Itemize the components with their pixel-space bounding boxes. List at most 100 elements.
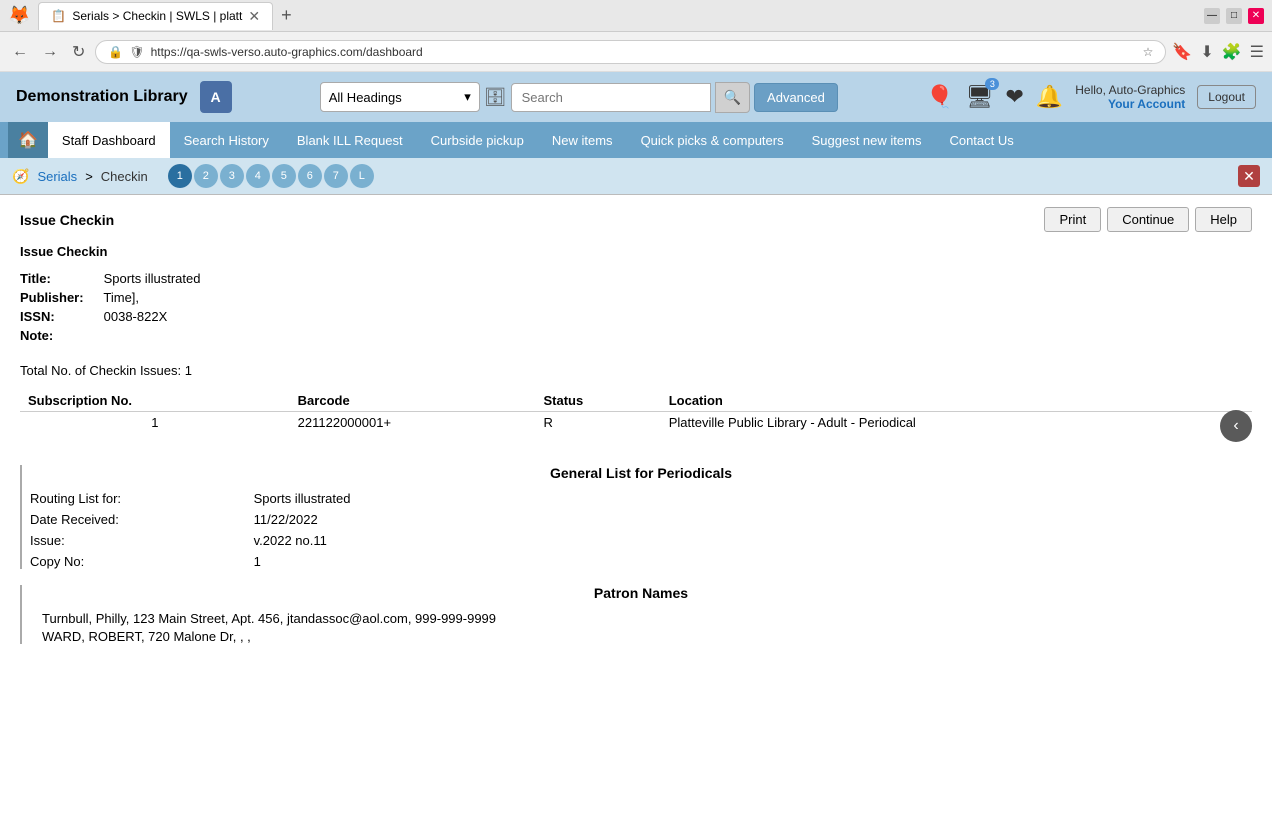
col-location: Location (661, 390, 1252, 412)
search-button[interactable]: 🔍 (715, 82, 750, 113)
cell-location: Platteville Public Library - Adult - Per… (661, 412, 1252, 434)
general-list-heading: General List for Periodicals (30, 465, 1252, 481)
close-button[interactable]: ✕ (1248, 8, 1264, 24)
monitor-icon[interactable]: 🖥 3 (965, 84, 993, 110)
step-6[interactable]: 6 (298, 164, 322, 188)
forward-button[interactable]: → (38, 39, 62, 65)
total-value: 1 (185, 363, 192, 378)
cell-barcode: 221122000001+ (290, 412, 536, 434)
issue-value: v.2022 no.11 (254, 533, 327, 548)
app-header: Demonstration Library A All Headings ▾ 🗄… (0, 72, 1272, 122)
heart-icon[interactable]: ❤ (1005, 84, 1023, 110)
table-row: 1 221122000001+ R Platteville Public Lib… (20, 412, 1252, 434)
nav-blank-ill-request[interactable]: Blank ILL Request (283, 122, 417, 158)
tab-close-button[interactable]: ✕ (248, 8, 260, 25)
routing-list-row: Routing List for: Sports illustrated (30, 491, 1252, 506)
tab-favicon: 📋 (51, 9, 66, 23)
col-status: Status (535, 390, 660, 412)
nav-bar: 🏠 Staff Dashboard Search History Blank I… (0, 122, 1272, 158)
bookmark-star-icon: ☆ (1143, 45, 1154, 59)
breadcrumb-bar: 🧭 Serials > Checkin 1 2 3 4 5 6 7 L ✕ (0, 158, 1272, 195)
new-tab-button[interactable]: + (281, 5, 292, 26)
title-row: Title: Sports illustrated (20, 271, 1252, 286)
back-arrow-button[interactable]: ‹ (1220, 410, 1252, 442)
publisher-value: Time], (103, 290, 139, 305)
cell-subscription-no: 1 (20, 412, 290, 434)
issn-label: ISSN: (20, 309, 100, 324)
title-value: Sports illustrated (104, 271, 201, 286)
user-account-link[interactable]: Your Account (1075, 97, 1185, 111)
user-hello-text: Hello, Auto-Graphics (1075, 83, 1185, 97)
advanced-search-button[interactable]: Advanced (754, 83, 838, 112)
minimize-button[interactable]: — (1204, 8, 1220, 24)
back-button[interactable]: ← (8, 39, 32, 65)
publisher-row: Publisher: Time], (20, 290, 1252, 305)
step-3[interactable]: 3 (220, 164, 244, 188)
content-section: Issue Checkin Title: Sports illustrated … (20, 244, 1252, 644)
nav-new-items[interactable]: New items (538, 122, 627, 158)
database-icon[interactable]: 🗄 (484, 87, 507, 108)
step-7[interactable]: 7 (324, 164, 348, 188)
copy-no-row: Copy No: 1 (30, 554, 1252, 569)
issn-row: ISSN: 0038-822X (20, 309, 1252, 324)
print-button[interactable]: Print (1044, 207, 1101, 232)
monitor-badge: 3 (985, 78, 999, 90)
nav-curbside-pickup[interactable]: Curbside pickup (417, 122, 538, 158)
tab-title: Serials > Checkin | SWLS | platt (72, 9, 242, 23)
continue-button[interactable]: Continue (1107, 207, 1189, 232)
nav-home-button[interactable]: 🏠 (8, 122, 48, 158)
bookmark-icon[interactable]: 🔖 (1172, 42, 1192, 62)
patron-entry-2: WARD, ROBERT, 720 Malone Dr, , , (30, 629, 1252, 644)
issue-row: Issue: v.2022 no.11 (30, 533, 1252, 548)
firefox-logo-icon: 🦊 (8, 5, 30, 26)
breadcrumb-separator: > (85, 169, 93, 184)
address-bar-icons: ☆ (1143, 45, 1154, 59)
heading-dropdown[interactable]: All Headings ▾ (320, 82, 480, 112)
issue-label: Issue: (30, 533, 250, 548)
step-l[interactable]: L (350, 164, 374, 188)
issn-value: 0038-822X (104, 309, 168, 324)
routing-list-value: Sports illustrated (254, 491, 351, 506)
nav-contact-us[interactable]: Contact Us (935, 122, 1027, 158)
step-2[interactable]: 2 (194, 164, 218, 188)
page-header-row: Issue Checkin Print Continue Help (20, 207, 1252, 232)
search-input[interactable] (511, 83, 711, 112)
step-1[interactable]: 1 (168, 164, 192, 188)
download-icon[interactable]: ⬇ (1200, 42, 1213, 62)
header-icons: 🎈 🖥 3 ❤ 🔔 Hello, Auto-Graphics Your Acco… (926, 83, 1256, 111)
extensions-icon[interactable]: 🧩 (1222, 42, 1242, 62)
shield-icon: 🛡 (129, 45, 144, 59)
copy-no-value: 1 (254, 554, 261, 569)
breadcrumb-nav-icon: 🧭 (12, 168, 29, 185)
address-bar[interactable]: 🔒 🛡 https://qa-swls-verso.auto-graphics.… (95, 40, 1166, 64)
refresh-button[interactable]: ↻ (68, 38, 89, 66)
note-row: Note: (20, 328, 1252, 343)
nav-quick-picks[interactable]: Quick picks & computers (627, 122, 798, 158)
close-button[interactable]: ✕ (1238, 165, 1260, 187)
date-received-row: Date Received: 11/22/2022 (30, 512, 1252, 527)
logout-button[interactable]: Logout (1197, 85, 1256, 109)
balloon-icon[interactable]: 🎈 (926, 84, 953, 110)
note-label: Note: (20, 328, 100, 343)
breadcrumb-serials-link[interactable]: Serials (37, 169, 77, 184)
bell-icon[interactable]: 🔔 (1036, 84, 1063, 110)
col-subscription-no: Subscription No. (20, 390, 290, 412)
menu-icon[interactable]: ☰ (1250, 42, 1264, 62)
heading-dropdown-label: All Headings (329, 90, 458, 105)
date-received-value: 11/22/2022 (254, 512, 318, 527)
nav-staff-dashboard[interactable]: Staff Dashboard (48, 122, 170, 158)
issue-checkin-heading-row: Issue Checkin (20, 244, 1252, 259)
total-label: Total No. of Checkin Issues: (20, 363, 181, 378)
step-5[interactable]: 5 (272, 164, 296, 188)
maximize-button[interactable]: □ (1226, 8, 1242, 24)
help-button[interactable]: Help (1195, 207, 1252, 232)
patron-names-section: Patron Names Turnbull, Philly, 123 Main … (20, 585, 1252, 644)
step-4[interactable]: 4 (246, 164, 270, 188)
page-title: Issue Checkin (20, 212, 114, 228)
user-area: Hello, Auto-Graphics Your Account (1075, 83, 1185, 111)
nav-search-history[interactable]: Search History (170, 122, 283, 158)
browser-tab[interactable]: 📋 Serials > Checkin | SWLS | platt ✕ (38, 2, 273, 30)
publisher-label: Publisher: (20, 290, 100, 305)
issue-checkin-sub-heading: Issue Checkin (20, 244, 107, 259)
nav-suggest-new-items[interactable]: Suggest new items (798, 122, 936, 158)
